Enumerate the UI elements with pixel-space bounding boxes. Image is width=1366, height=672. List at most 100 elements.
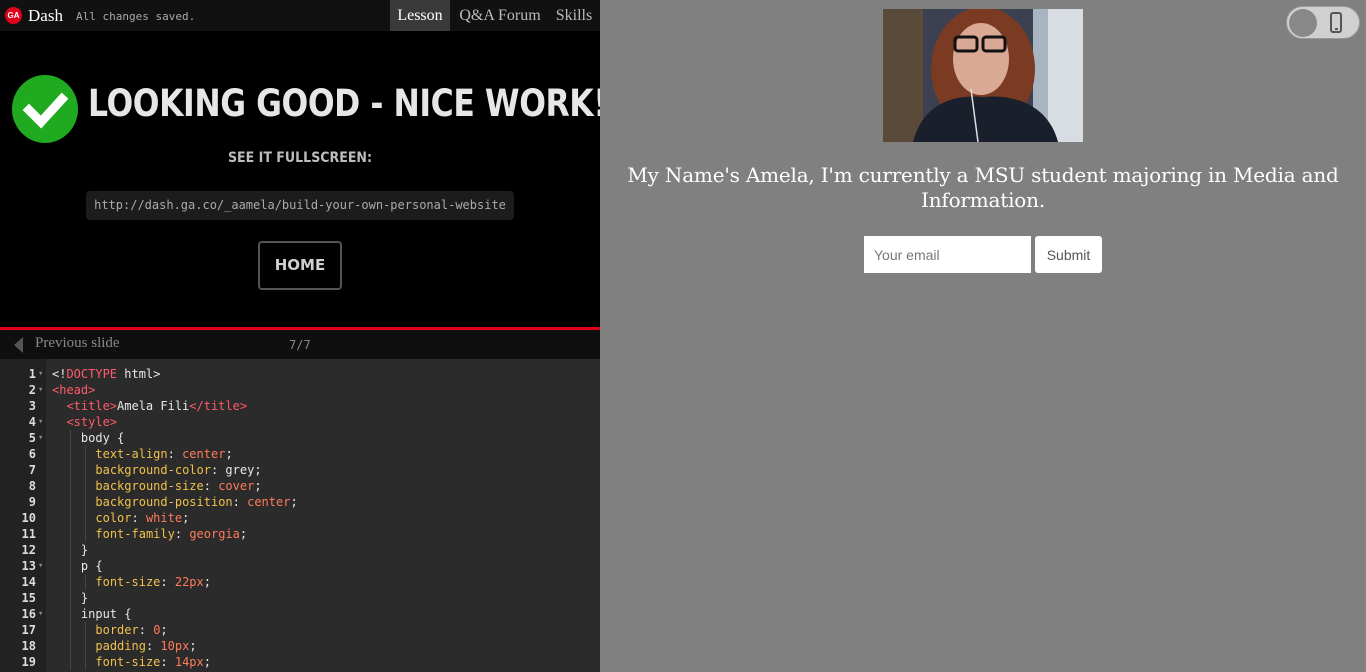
code-text: border: 0; — [95, 622, 167, 638]
fold-arrow-icon[interactable]: ▾ — [38, 606, 43, 622]
code-token: font-size — [95, 575, 161, 589]
code-token: 14px — [174, 655, 204, 669]
indent-guide — [70, 462, 72, 478]
indent-guide — [84, 654, 86, 670]
indent-guide — [84, 478, 86, 494]
indent-guide — [84, 494, 86, 510]
code-token: background-color — [95, 463, 211, 477]
code-line[interactable]: 8 background-size: cover; — [0, 478, 600, 494]
phone-icon — [1330, 12, 1342, 33]
code-token: ; — [254, 479, 262, 493]
code-text: } — [81, 542, 88, 558]
code-token: text-align — [95, 447, 168, 461]
code-line[interactable]: 4 ▾ <style> — [0, 414, 600, 430]
code-token: cover — [218, 479, 255, 493]
line-number: 12 — [21, 543, 36, 557]
previous-arrow-icon[interactable] — [14, 337, 23, 353]
code-line[interactable]: 1 ▾ <!DOCTYPE html> — [0, 366, 600, 382]
code-line[interactable]: 2 ▾ <head> — [0, 382, 600, 398]
lesson-panel: GA Dash All changes saved. Lesson Q&A Fo… — [0, 0, 600, 672]
fold-arrow-icon[interactable]: ▾ — [38, 414, 43, 430]
fold-arrow-icon[interactable]: ▾ — [38, 366, 43, 382]
code-token: Amela Fili — [117, 399, 190, 413]
home-button[interactable]: HOME — [258, 241, 342, 290]
code-token: <! — [52, 367, 67, 381]
submit-button[interactable]: Submit — [1035, 236, 1102, 273]
code-token: : — [160, 655, 175, 669]
code-line[interactable]: 17 border: 0; — [0, 622, 600, 638]
save-status: All changes saved. — [76, 10, 196, 23]
code-text: font-family: georgia; — [95, 526, 247, 542]
ga-logo[interactable]: GA — [5, 7, 22, 24]
code-line[interactable]: 10 color: white; — [0, 510, 600, 526]
code-text: background-color: grey; — [95, 462, 261, 478]
code-line[interactable]: 12} — [0, 542, 600, 558]
profile-photo — [883, 9, 1083, 142]
code-line[interactable]: 3 <title>Amela Fili</title> — [0, 398, 600, 414]
indent-guide — [70, 622, 72, 638]
top-bar: GA Dash All changes saved. Lesson Q&A Fo… — [0, 0, 600, 31]
code-token: : — [167, 447, 183, 461]
code-token: border — [95, 623, 139, 637]
code-editor[interactable]: 1 ▾ <!DOCTYPE html> 2 ▾ <head> 3 <title>Amela F… — [0, 359, 600, 672]
previous-slide-link[interactable]: Previous slide — [35, 335, 120, 352]
indent-guide — [70, 510, 72, 526]
line-number: 10 — [21, 511, 36, 525]
code-token: font-family — [95, 527, 175, 541]
code-line[interactable]: 11 font-family: georgia; — [0, 526, 600, 542]
code-token: 10px — [160, 639, 190, 653]
code-token: body { — [80, 431, 125, 445]
code-token: html> — [117, 367, 161, 381]
code-line[interactable]: 19 font-size: 14px; — [0, 654, 600, 670]
code-token: center — [182, 447, 226, 461]
code-token: : grey; — [210, 463, 262, 477]
code-token: ; — [203, 655, 211, 669]
see-fullscreen-label: SEE IT FULLSCREEN: — [227, 150, 373, 166]
code-line[interactable]: 5 ▾ body { — [0, 430, 600, 446]
code-token: color — [95, 511, 132, 525]
indent-guide — [70, 654, 72, 670]
line-number: 11 — [21, 527, 36, 541]
line-number: 1 — [28, 367, 36, 381]
code-line[interactable]: 6 text-align: center; — [0, 446, 600, 462]
code-token: ; — [189, 639, 197, 653]
code-token: : — [174, 527, 190, 541]
line-number: 8 — [28, 479, 36, 493]
code-token: ; — [182, 511, 190, 525]
code-text: padding: 10px; — [95, 638, 196, 654]
tab-lesson[interactable]: Lesson — [390, 0, 450, 31]
code-line[interactable]: 7 background-color: grey; — [0, 462, 600, 478]
code-token: background-position — [95, 495, 233, 509]
fold-arrow-icon[interactable]: ▾ — [38, 558, 43, 574]
tab-qa-forum[interactable]: Q&A Forum — [455, 0, 545, 31]
intro-text: My Name's Amela, I'm currently a MSU stu… — [627, 163, 1339, 212]
code-token: font-size — [95, 655, 161, 669]
code-text: background-size: cover; — [95, 478, 261, 494]
indent-guide — [70, 606, 72, 622]
code-text: background-position: center; — [95, 494, 297, 510]
indent-guide — [70, 542, 72, 558]
indent-guide — [70, 446, 72, 462]
code-line[interactable]: 16 ▾ input { — [0, 606, 600, 622]
code-token: center — [247, 495, 291, 509]
code-line[interactable]: 13 ▾ p { — [0, 558, 600, 574]
tab-skills[interactable]: Skills — [548, 0, 600, 31]
code-line[interactable]: 14 font-size: 22px; — [0, 574, 600, 590]
code-line[interactable]: 15} — [0, 590, 600, 606]
fold-arrow-icon[interactable]: ▾ — [38, 382, 43, 398]
mobile-view-toggle[interactable] — [1286, 6, 1360, 39]
code-line[interactable]: 9 background-position: center; — [0, 494, 600, 510]
code-text: input { — [81, 606, 132, 622]
fullscreen-url[interactable]: http://dash.ga.co/_aamela/build-your-own… — [86, 191, 514, 220]
brand-name[interactable]: Dash — [28, 6, 63, 26]
code-token: <style> — [66, 415, 118, 429]
indent-guide — [84, 446, 86, 462]
line-number: 3 — [28, 399, 36, 413]
email-field[interactable] — [864, 236, 1031, 273]
code-token: <head> — [52, 383, 96, 397]
indent-guide — [84, 638, 86, 654]
fold-arrow-icon[interactable]: ▾ — [38, 430, 43, 446]
code-text: <head> — [52, 382, 95, 398]
code-line[interactable]: 18 padding: 10px; — [0, 638, 600, 654]
indent-guide — [70, 526, 72, 542]
